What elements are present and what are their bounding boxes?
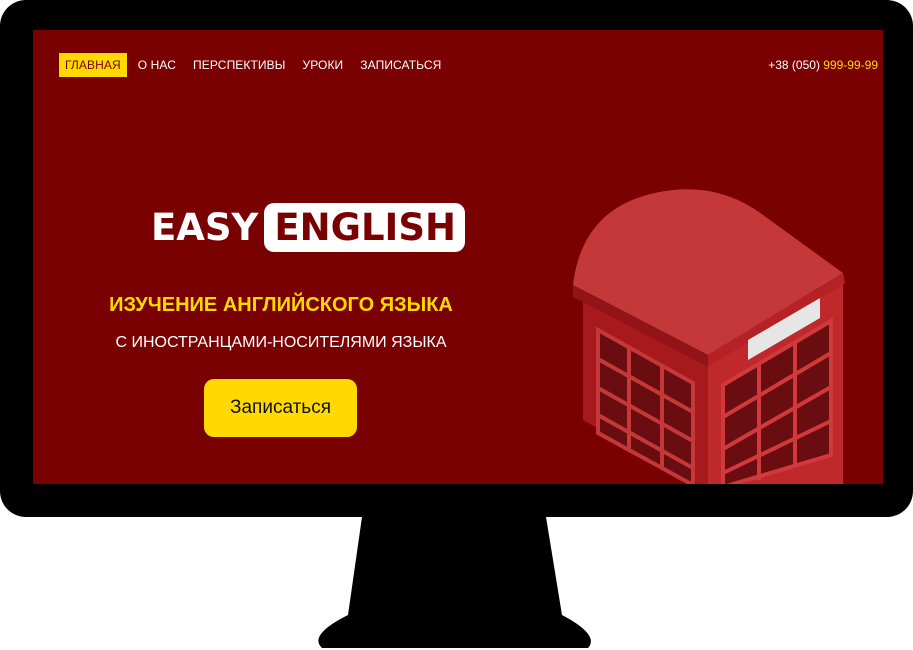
- nav-item-signup[interactable]: ЗАПИСАТЬСЯ: [354, 53, 447, 77]
- nav-item-about[interactable]: О НАС: [132, 53, 182, 77]
- monitor-stand: [318, 517, 591, 648]
- main-nav: ГЛАВНАЯ О НАС ПЕРСПЕКТИВЫ УРОКИ ЗАПИСАТЬ…: [59, 53, 452, 77]
- monitor-mockup: ГЛАВНАЯ О НАС ПЕРСПЕКТИВЫ УРОКИ ЗАПИСАТЬ…: [0, 0, 913, 650]
- phone-digits: 999-99-99: [823, 58, 878, 72]
- website-screen: ГЛАВНАЯ О НАС ПЕРСПЕКТИВЫ УРОКИ ЗАПИСАТЬ…: [33, 30, 883, 484]
- nav-item-home[interactable]: ГЛАВНАЯ: [59, 53, 127, 77]
- logo-english-text: ENGLISH: [264, 203, 465, 252]
- signup-button[interactable]: Записаться: [204, 379, 357, 437]
- logo-easy-text: EASY: [151, 206, 259, 249]
- hero-subline: С ИНОСТРАНЦАМИ-НОСИТЕЛЯМИ ЯЗЫКА: [115, 334, 447, 351]
- nav-item-prospects[interactable]: ПЕРСПЕКТИВЫ: [187, 53, 291, 77]
- nav-item-lessons[interactable]: УРОКИ: [296, 53, 349, 77]
- phone-number[interactable]: +38 (050) 999-99-99: [768, 53, 878, 77]
- logo: EASY ENGLISH: [151, 203, 465, 252]
- hero-headline: ИЗУЧЕНИЕ АНГЛИЙСКОГО ЯЗЫКА: [109, 294, 453, 316]
- phone-prefix: +38 (050): [768, 58, 820, 72]
- phone-booth-illustration: [573, 189, 845, 484]
